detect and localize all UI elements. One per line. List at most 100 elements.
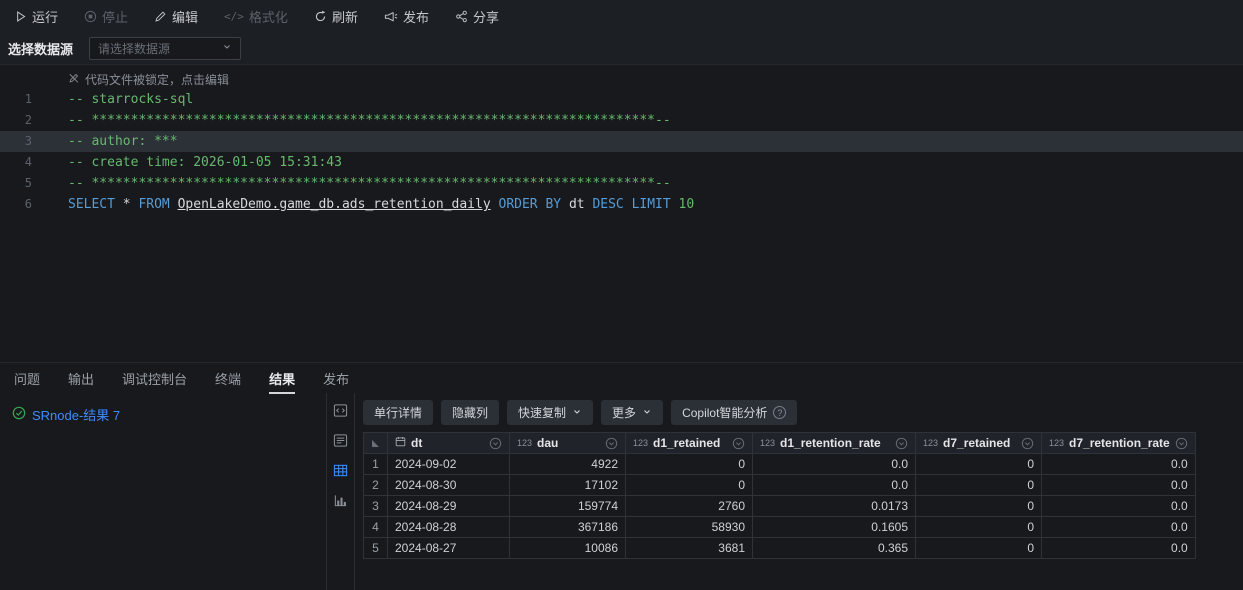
column-label: dt <box>411 436 423 450</box>
copilot-analysis-button[interactable]: Copilot智能分析? <box>671 400 798 425</box>
cell-dt[interactable]: 2024-08-27 <box>387 537 510 559</box>
row-index[interactable]: 4 <box>363 516 388 538</box>
row-detail-button[interactable]: 单行详情 <box>363 400 434 425</box>
column-header-dt[interactable]: dt <box>387 432 510 454</box>
filter-chevron-icon[interactable] <box>1021 437 1034 450</box>
cell-d7_retention_rate[interactable]: 0.0 <box>1041 453 1196 475</box>
sql-view-icon[interactable] <box>333 403 348 418</box>
run-icon <box>14 10 27 23</box>
cell-d7_retained[interactable]: 0 <box>915 495 1042 517</box>
share-button[interactable]: 分享 <box>455 7 499 26</box>
tab-publish[interactable]: 发布 <box>323 363 349 394</box>
cell-d1_retained[interactable]: 0 <box>625 453 753 475</box>
tab-debug-console[interactable]: 调试控制台 <box>122 363 187 394</box>
line-number: 2 <box>24 113 32 127</box>
cell-d7_retained[interactable]: 0 <box>915 516 1042 538</box>
result-main: 单行详情 隐藏列 快速复制 更多 Copilot智能分析? dt 123 dau 123 d1_… <box>355 393 1243 590</box>
bottom-panel: 问题 输出 调试控制台 终端 结果 发布 SRnode-结果 7 单行详情 隐藏列 快速复制 更… <box>0 362 1243 590</box>
code-line[interactable]: 1 -- starrocks-sql <box>0 89 1243 110</box>
result-toolbar: 单行详情 隐藏列 快速复制 更多 Copilot智能分析? <box>363 400 1243 425</box>
column-header-d7_retained[interactable]: 123 d7_retained <box>915 432 1042 454</box>
line-number: 1 <box>24 92 32 106</box>
cell-dau[interactable]: 10086 <box>509 537 626 559</box>
edit-button[interactable]: 编辑 <box>154 7 198 26</box>
code-text: -- *************************************… <box>68 176 671 191</box>
cell-d7_retention_rate[interactable]: 0.0 <box>1041 516 1196 538</box>
cell-d1_retention_rate[interactable]: 0.365 <box>752 537 916 559</box>
column-header-d1_retained[interactable]: 123 d1_retained <box>625 432 753 454</box>
run-button[interactable]: 运行 <box>14 7 58 26</box>
cell-dt[interactable]: 2024-08-30 <box>387 474 510 496</box>
select-all-corner[interactable] <box>363 432 388 454</box>
tab-results[interactable]: 结果 <box>269 363 296 394</box>
tab-output[interactable]: 输出 <box>68 363 94 394</box>
more-button[interactable]: 更多 <box>601 400 664 425</box>
code-line[interactable]: 5 -- ************************************… <box>0 173 1243 194</box>
cell-d1_retention_rate[interactable]: 0.1605 <box>752 516 916 538</box>
filter-chevron-icon[interactable] <box>895 437 908 450</box>
code-text: -- *************************************… <box>68 113 671 128</box>
row-index[interactable]: 2 <box>363 474 388 496</box>
column-header-dau[interactable]: 123 dau <box>509 432 626 454</box>
lock-notice[interactable]: 代码文件被锁定，点击编辑 <box>68 69 1243 89</box>
cell-d1_retention_rate[interactable]: 0.0173 <box>752 495 916 517</box>
tab-problems[interactable]: 问题 <box>14 363 40 394</box>
table-row: 1 2024-09-02 4922 0 0.0 0 0.0 <box>363 453 1196 475</box>
filter-chevron-icon[interactable] <box>489 437 502 450</box>
table-view-icon[interactable] <box>333 463 348 478</box>
form-view-icon[interactable] <box>333 433 348 448</box>
cell-d1_retained[interactable]: 3681 <box>625 537 753 559</box>
cell-d1_retention_rate[interactable]: 0.0 <box>752 474 916 496</box>
cell-dau[interactable]: 367186 <box>509 516 626 538</box>
hide-columns-label: 隐藏列 <box>452 406 489 420</box>
cell-d7_retained[interactable]: 0 <box>915 474 1042 496</box>
top-toolbar: 运行 停止 编辑 </> 格式化 刷新 发布 分享 <box>0 0 1243 32</box>
result-link[interactable]: SRnode-结果 7 <box>12 405 120 424</box>
refresh-label: 刷新 <box>331 9 358 25</box>
filter-chevron-icon[interactable] <box>1175 437 1188 450</box>
row-index[interactable]: 5 <box>363 537 388 559</box>
row-index[interactable]: 3 <box>363 495 388 517</box>
filter-chevron-icon[interactable] <box>605 437 618 450</box>
cell-d1_retention_rate[interactable]: 0.0 <box>752 453 916 475</box>
cell-dau[interactable]: 17102 <box>509 474 626 496</box>
refresh-button[interactable]: 刷新 <box>314 7 358 26</box>
column-header-d1_retention_rate[interactable]: 123 d1_retention_rate <box>752 432 916 454</box>
cell-dau[interactable]: 4922 <box>509 453 626 475</box>
publish-button[interactable]: 发布 <box>384 7 429 26</box>
format-button: </> 格式化 <box>224 7 288 26</box>
filter-chevron-icon[interactable] <box>732 437 745 450</box>
cell-d7_retained[interactable]: 0 <box>915 537 1042 559</box>
share-icon <box>455 10 468 23</box>
success-check-icon <box>12 406 26 423</box>
column-header-d7_retention_rate[interactable]: 123 d7_retention_rate <box>1041 432 1196 454</box>
cell-d1_retained[interactable]: 58930 <box>625 516 753 538</box>
cell-dt[interactable]: 2024-09-02 <box>387 453 510 475</box>
hide-columns-button[interactable]: 隐藏列 <box>441 400 500 425</box>
refresh-icon <box>314 10 327 23</box>
code-line[interactable]: 3 -- author: *** <box>0 131 1243 152</box>
cell-dau[interactable]: 159774 <box>509 495 626 517</box>
cell-d1_retained[interactable]: 0 <box>625 474 753 496</box>
number-type-icon: 123 <box>923 438 939 448</box>
editor-lines: 1 -- starrocks-sql 2 -- *******************… <box>0 89 1243 215</box>
code-line[interactable]: 6 SELECT * FROM OpenLakeDemo.game_db.ads_… <box>0 194 1243 215</box>
cell-d7_retention_rate[interactable]: 0.0 <box>1041 495 1196 517</box>
chart-view-icon[interactable] <box>333 493 348 508</box>
row-index[interactable]: 1 <box>363 453 388 475</box>
cell-d7_retained[interactable]: 0 <box>915 453 1042 475</box>
table-row: 2 2024-08-30 17102 0 0.0 0 0.0 <box>363 474 1196 496</box>
code-editor[interactable]: 代码文件被锁定，点击编辑 1 -- starrocks-sql 2 -- ******… <box>0 65 1243 362</box>
datasource-select[interactable]: 请选择数据源 <box>89 36 242 60</box>
table-row: 5 2024-08-27 10086 3681 0.365 0 0.0 <box>363 537 1196 559</box>
datasource-row: 选择数据源 请选择数据源 <box>0 32 1243 65</box>
cell-d1_retained[interactable]: 2760 <box>625 495 753 517</box>
tab-terminal[interactable]: 终端 <box>215 363 241 394</box>
code-line[interactable]: 4 -- create time: 2026-01-05 15:31:43 <box>0 152 1243 173</box>
cell-dt[interactable]: 2024-08-28 <box>387 516 510 538</box>
cell-dt[interactable]: 2024-08-29 <box>387 495 510 517</box>
code-line[interactable]: 2 -- ************************************… <box>0 110 1243 131</box>
cell-d7_retention_rate[interactable]: 0.0 <box>1041 537 1196 559</box>
quick-copy-button[interactable]: 快速复制 <box>507 400 594 425</box>
cell-d7_retention_rate[interactable]: 0.0 <box>1041 474 1196 496</box>
